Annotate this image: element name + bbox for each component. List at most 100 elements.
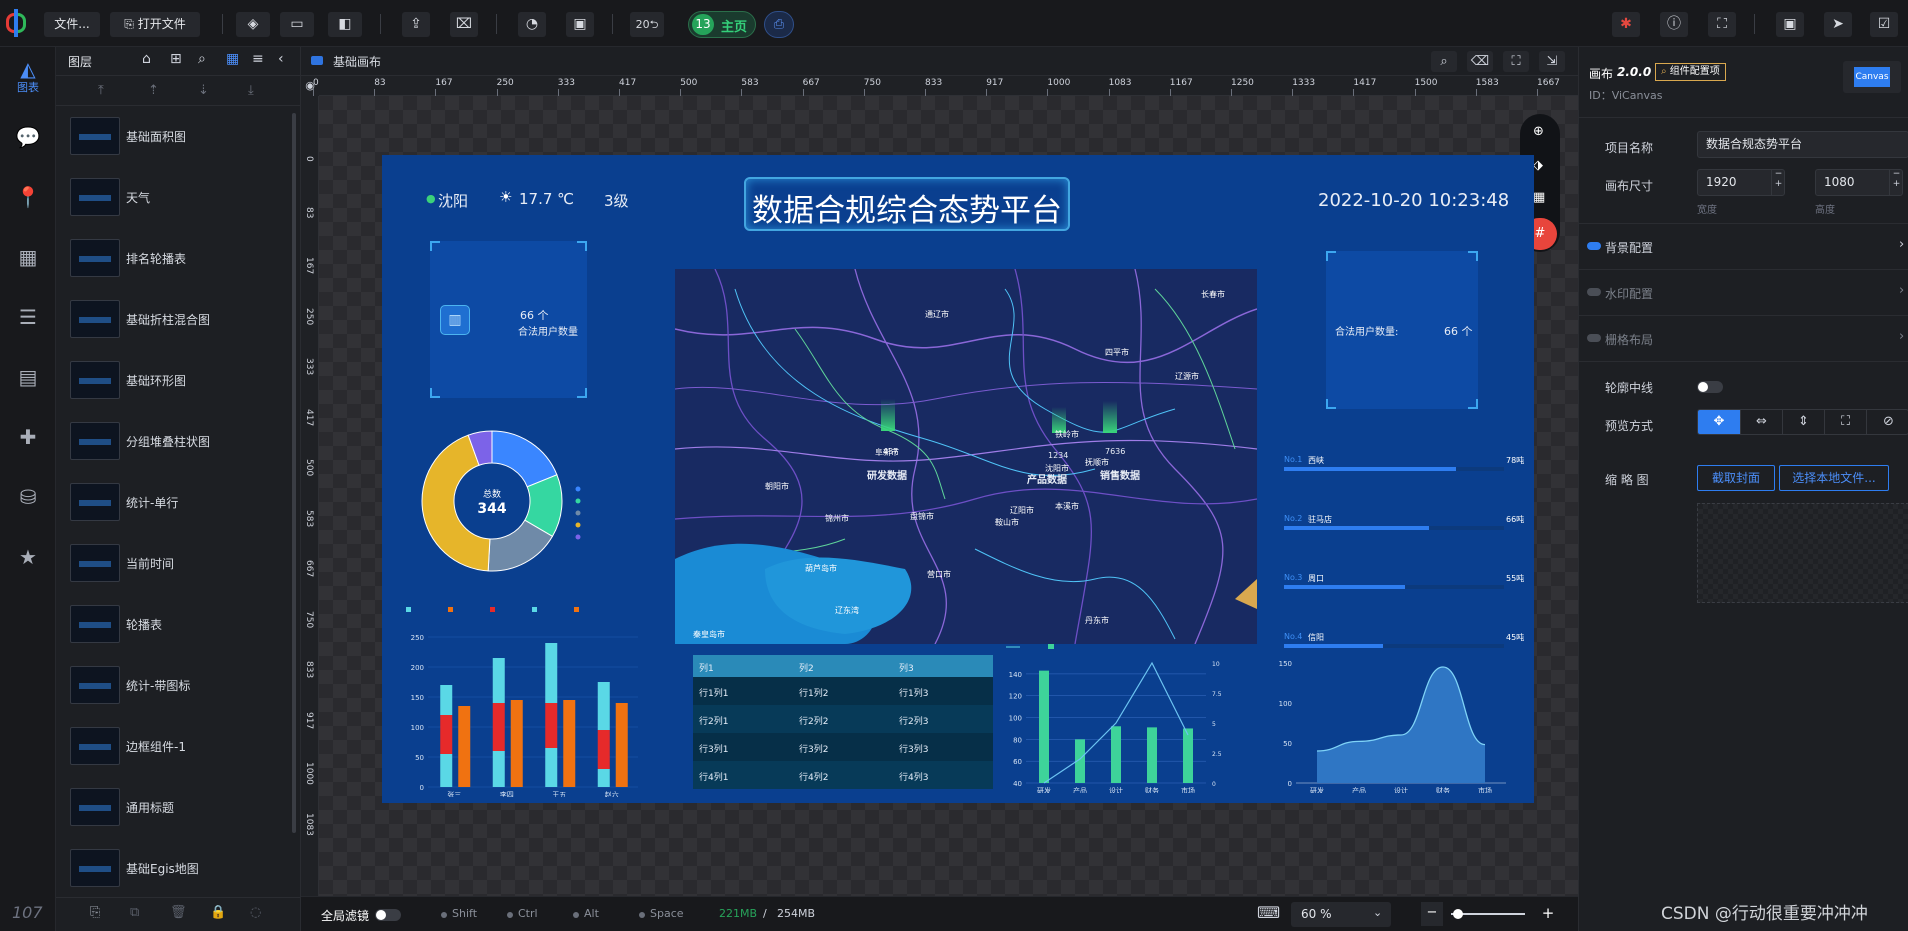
- toolbox-toggle-icon[interactable]: ▭: [280, 12, 314, 37]
- zoom-slider-handle[interactable]: [1453, 909, 1463, 919]
- file-menu-button[interactable]: 文件...: [44, 12, 100, 37]
- new-group-icon[interactable]: ⎘: [90, 905, 100, 920]
- export-icon[interactable]: ⇲: [1539, 51, 1565, 72]
- clipboard-icon[interactable]: ⌧: [450, 12, 478, 37]
- stat-right-label: 合法用户数量:: [1335, 327, 1399, 338]
- grid-layout-row[interactable]: 栅格布局 ›: [1579, 317, 1908, 361]
- layer-item[interactable]: 排名轮播表: [68, 235, 288, 287]
- table-row[interactable]: [693, 677, 993, 705]
- watermark-toggle[interactable]: [1587, 288, 1601, 296]
- table-row[interactable]: [693, 761, 993, 789]
- layers-toggle-icon[interactable]: ◈: [236, 12, 270, 37]
- height-increment[interactable]: − +: [1889, 169, 1903, 196]
- choose-local-file-button[interactable]: 选择本地文件...: [1779, 465, 1889, 491]
- bg-config-row[interactable]: 背景配置 ›: [1579, 225, 1908, 269]
- publish-icon[interactable]: ➤: [1824, 12, 1852, 37]
- layer-item[interactable]: 统计-单行: [68, 479, 288, 531]
- copy-icon[interactable]: ⧉: [130, 905, 139, 920]
- project-name-input[interactable]: 数据合规态势平台: [1697, 131, 1908, 158]
- zoom-slider[interactable]: [1451, 909, 1525, 919]
- map-place-label: 本溪市: [1055, 502, 1079, 511]
- keyboard-icon[interactable]: ⌨: [1257, 903, 1280, 922]
- table-row[interactable]: [693, 705, 993, 733]
- add-page-icon[interactable]: ⎙: [764, 11, 794, 38]
- add-layer-icon[interactable]: ⊞: [170, 51, 182, 67]
- outline-switch[interactable]: [1697, 381, 1723, 393]
- lock-icon[interactable]: 🔒: [210, 905, 226, 920]
- move-top-icon[interactable]: ⤒: [98, 83, 104, 98]
- nav-chart[interactable]: ◭ 图表: [0, 53, 56, 103]
- save-icon[interactable]: ▣: [1776, 12, 1804, 37]
- layer-item[interactable]: 天气: [68, 174, 288, 226]
- open-file-button[interactable]: ⎘ 打开文件: [110, 12, 200, 37]
- layer-item[interactable]: 基础折柱混合图: [68, 296, 288, 348]
- bg-config-toggle[interactable]: [1587, 242, 1601, 250]
- zoom-in-button[interactable]: +: [1537, 902, 1559, 926]
- sliders-icon[interactable]: ☰: [0, 305, 56, 345]
- trash-icon[interactable]: 🗑: [170, 905, 187, 920]
- ruler-v-tick: 1000: [304, 762, 314, 785]
- layer-item[interactable]: 基础环形图: [68, 357, 288, 409]
- stat-left-label: 合法用户数量: [518, 327, 578, 338]
- layer-name: 基础折柱混合图: [126, 313, 211, 327]
- watermark-config-row[interactable]: 水印配置 ›: [1579, 271, 1908, 315]
- layer-item[interactable]: 边框组件-1: [68, 723, 288, 775]
- zoom-select[interactable]: 60 % ⌄: [1291, 902, 1391, 927]
- layer-item[interactable]: 通用标题: [68, 784, 288, 836]
- dashboard-screen[interactable]: 数据合规综合态势平台 ● 沈阳 ☀ 17.7 ℃ 3级 2022-10-20 1…: [382, 155, 1534, 803]
- map-pin-icon[interactable]: 📍: [0, 185, 56, 225]
- capture-cover-button[interactable]: 截取封面: [1697, 465, 1775, 491]
- width-increment[interactable]: − +: [1771, 169, 1785, 196]
- fullscreen-icon[interactable]: ⛶: [1708, 12, 1736, 37]
- layer-scrollbar[interactable]: [292, 113, 296, 833]
- gauge-icon[interactable]: ◔: [518, 12, 546, 37]
- layer-item[interactable]: 统计-带图标: [68, 662, 288, 714]
- zoom-out-button[interactable]: −: [1421, 902, 1443, 926]
- right-panel-toggle-icon[interactable]: ◧: [328, 12, 362, 37]
- move-down-icon[interactable]: ⇣: [198, 83, 209, 98]
- move-bottom-icon[interactable]: ⤓: [248, 83, 254, 98]
- dashboard-check-icon[interactable]: ☑: [1870, 12, 1898, 37]
- screen-preview-icon[interactable]: ▣: [566, 12, 594, 37]
- layer-item[interactable]: 基础Egis地图: [68, 845, 288, 897]
- list-view-icon[interactable]: ≡: [252, 51, 264, 67]
- thumbnail-dropzone[interactable]: [1697, 503, 1908, 603]
- preview-fit-width-icon[interactable]: ⇔: [1740, 410, 1782, 434]
- component-config-button[interactable]: ⌕ 组件配置项: [1655, 63, 1726, 81]
- fit-screen-icon[interactable]: ⛶: [1503, 51, 1529, 72]
- preview-fit-height-icon[interactable]: ⇕: [1782, 410, 1824, 434]
- star-icon[interactable]: ★: [0, 545, 56, 585]
- table-row[interactable]: [693, 733, 993, 761]
- info-icon[interactable]: ⓘ: [1660, 12, 1688, 37]
- layer-item[interactable]: 分组堆叠柱状图: [68, 418, 288, 470]
- chat-icon[interactable]: 💬: [0, 125, 56, 165]
- database-icon[interactable]: ⛁: [0, 485, 56, 525]
- eye-off-icon[interactable]: ◌: [250, 905, 261, 920]
- bug-icon[interactable]: ✱: [1612, 12, 1640, 37]
- preview-fit-icon[interactable]: ✥: [1698, 410, 1740, 434]
- table-icon[interactable]: ▦: [0, 245, 56, 285]
- global-filter-switch[interactable]: [375, 909, 401, 921]
- map-view[interactable]: 457 1234 7636 研发数据 产品数据 销售数据 通辽市 长春市 四平市 辽源…: [675, 269, 1257, 644]
- canvas-search-icon[interactable]: ⌕: [1431, 51, 1457, 72]
- grid-view-icon[interactable]: ▦: [226, 51, 239, 67]
- layer-item[interactable]: 轮播表: [68, 601, 288, 653]
- grid-layout-toggle[interactable]: [1587, 334, 1601, 342]
- collapse-icon[interactable]: ‹: [278, 51, 284, 67]
- layer-item[interactable]: 当前时间: [68, 540, 288, 592]
- home-icon[interactable]: ⌂: [142, 51, 151, 67]
- grid-icon[interactable]: ▦: [1533, 190, 1545, 205]
- page-selector[interactable]: 13 主页: [688, 11, 756, 38]
- eraser-icon[interactable]: ⌫: [1467, 51, 1493, 72]
- move-up-icon[interactable]: ⇡: [148, 83, 159, 98]
- import-icon[interactable]: ⇪: [402, 12, 430, 37]
- preview-full-icon[interactable]: ⛶: [1824, 410, 1866, 434]
- search-icon[interactable]: ⌕: [198, 51, 206, 67]
- puzzle-icon[interactable]: ✚: [0, 425, 56, 465]
- history-undo-icon[interactable]: 20⮌: [630, 12, 664, 37]
- layer-item[interactable]: 基础面积图: [68, 113, 288, 165]
- tag-icon[interactable]: ⬗: [1533, 158, 1543, 173]
- doc-icon[interactable]: ▤: [0, 365, 56, 405]
- crosshair-icon[interactable]: ⊕: [1533, 124, 1544, 139]
- preview-none-icon[interactable]: ⊘: [1866, 410, 1908, 434]
